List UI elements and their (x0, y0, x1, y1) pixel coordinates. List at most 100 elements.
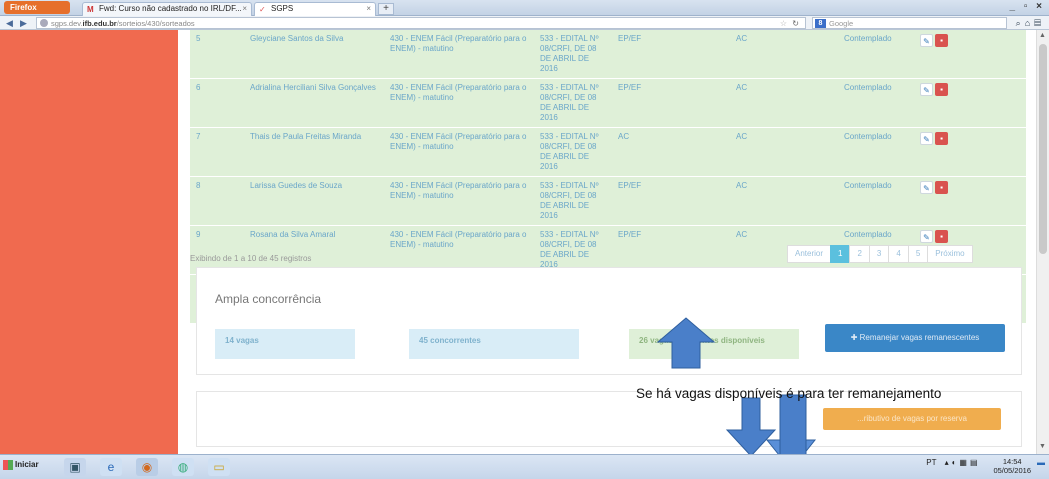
edit-icon[interactable]: ✎ (920, 230, 933, 243)
cota-value: EP/EF (612, 176, 730, 226)
status-value: Contemplado (838, 30, 914, 79)
reload-icon[interactable]: ↻ (792, 18, 799, 29)
browser-nav-bar: ◀ ▶ sgps.dev.ifb.edu.br/sorteios/430/sor… (0, 16, 1049, 30)
scrollbar-thumb[interactable] (1039, 44, 1047, 254)
bookmark-star-icon[interactable]: ☆ (780, 18, 787, 29)
course-name: 430 - ENEM Fácil (Preparatório para o EN… (384, 78, 534, 128)
taskbar: Iniciar ▣ e ◉ ◍ ▭ PT ▴◐▦▤ ▬ 14:54 05/05/… (0, 454, 1049, 479)
sgps-icon: ✓ (259, 5, 266, 14)
cota-value: EP/EF (612, 78, 730, 128)
candidate-name: Larissa Guedes de Souza (244, 176, 384, 226)
row-number: 8 (190, 176, 244, 226)
language-indicator[interactable]: PT (926, 458, 936, 467)
window-switch-icon[interactable]: ▣ (64, 458, 86, 476)
row-number: 6 (190, 78, 244, 128)
url-bar[interactable]: sgps.dev.ifb.edu.br/sorteios/430/sortead… (36, 17, 806, 29)
pagination-page[interactable]: 1 (830, 245, 851, 263)
delete-icon[interactable]: ▪ (935, 181, 948, 194)
pagination-next[interactable]: Próximo (927, 245, 973, 263)
scroll-down-icon[interactable]: ▼ (1039, 443, 1046, 450)
edit-icon[interactable]: ✎ (920, 181, 933, 194)
toolbar-icons[interactable]: ⌕⌂▤ (1016, 16, 1045, 30)
edit-icon[interactable]: ✎ (920, 34, 933, 47)
clock-date: 05/05/2016 (993, 466, 1031, 475)
chrome-icon[interactable]: ◍ (172, 458, 194, 476)
delete-icon[interactable]: ▪ (935, 230, 948, 243)
tab-gmail-label: Fwd: Curso não cadastrado no IRL/DF... (99, 4, 242, 13)
course-name: 430 - ENEM Fácil (Preparatório para o EN… (384, 127, 534, 177)
row-number: 7 (190, 127, 244, 177)
start-button[interactable]: Iniciar (3, 460, 39, 470)
modalidade-value: AC (730, 78, 838, 128)
windows-flag-icon (3, 460, 13, 470)
gmail-icon: M (87, 5, 94, 14)
ie-icon[interactable]: e (100, 458, 122, 476)
ampla-concorrencia-panel: Ampla concorrência 14 vagas 45 concorren… (196, 267, 1022, 375)
pagination-prev[interactable]: Anterior (787, 245, 832, 263)
new-tab-button[interactable]: + (378, 3, 394, 15)
edital-name: 533 - EDITAL Nº 08/CRFI, DE 08 DE ABRIL … (534, 176, 612, 226)
status-value: Contemplado (838, 78, 914, 128)
table-row: 7 Thais de Paula Freitas Miranda 430 - ENE… (190, 127, 1026, 177)
pagination-page[interactable]: 3 (868, 245, 890, 263)
delete-icon[interactable]: ▪ (935, 132, 948, 145)
table-info: Exibindo de 1 a 10 de 45 registros (190, 254, 312, 263)
url-path: /sorteios/430/sorteados (116, 19, 195, 28)
course-name: 430 - ENEM Fácil (Preparatório para o EN… (384, 30, 534, 79)
excedentes-box: 26 vagas excedentes disponíveis (629, 329, 799, 359)
url-domain: ifb.edu.br (82, 19, 117, 28)
window-controls[interactable]: _ ▫ × (1009, 1, 1045, 12)
search-box[interactable]: 8 Google (812, 17, 1007, 29)
close-icon[interactable]: × (366, 3, 371, 15)
forward-arrow-icon[interactable]: ▶ (20, 16, 27, 30)
candidate-name: Thais de Paula Freitas Miranda (244, 127, 384, 177)
notification-flag-icon[interactable]: ▬ (1037, 458, 1045, 467)
pagination-page[interactable]: 4 (888, 245, 909, 263)
page-scrollbar[interactable]: ▲ ▼ (1036, 30, 1049, 454)
firefox-menu-button[interactable]: Firefox (4, 1, 70, 14)
candidate-name: Gleyciane Santos da Silva (244, 30, 384, 79)
status-value: Contemplado (838, 176, 914, 226)
table-row: 6 Adrialina Herciliani Silva Gonçalves 430… (190, 78, 1026, 128)
back-arrow-icon[interactable]: ◀ (6, 16, 13, 30)
table-row: 5 Gleyciane Santos da Silva 430 - ENEM Fác… (190, 30, 1026, 79)
edital-name: 533 - EDITAL Nº 08/CRFI, DE 08 DE ABRIL … (534, 30, 612, 79)
tab-sgps[interactable]: ✓ SGPS × (254, 2, 376, 16)
annotation-text: Se há vagas disponíveis é para ter reman… (636, 386, 942, 401)
reserva-button[interactable]: ...ributivo de vagas por reserva (823, 408, 1001, 430)
pagination-page[interactable]: 2 (849, 245, 870, 263)
scroll-up-icon[interactable]: ▲ (1039, 32, 1046, 39)
google-icon: 8 (815, 19, 826, 28)
row-actions: ✎▪ (914, 30, 1026, 79)
pagination: Anterior 1 2 3 4 5 Próximo (787, 245, 973, 263)
row-actions: ✎▪ (914, 176, 1026, 226)
firefox-icon[interactable]: ◉ (136, 458, 158, 476)
clock-time: 14:54 (1002, 457, 1022, 466)
tray-icons[interactable]: ▴◐▦▤ (945, 458, 981, 467)
folder-icon[interactable]: ▭ (208, 458, 230, 476)
course-name: 430 - ENEM Fácil (Preparatório para o EN… (384, 176, 534, 226)
close-icon[interactable]: × (242, 3, 247, 15)
panel-title: Ampla concorrência (215, 292, 322, 306)
status-value: Contemplado (838, 127, 914, 177)
pagination-page[interactable]: 5 (907, 245, 929, 263)
delete-icon[interactable]: ▪ (935, 83, 948, 96)
edital-name: 533 - EDITAL Nº 08/CRFI, DE 08 DE ABRIL … (534, 78, 612, 128)
delete-icon[interactable]: ▪ (935, 34, 948, 47)
concorrentes-box: 45 concorrentes (409, 329, 579, 359)
vagas-box: 14 vagas (215, 329, 355, 359)
candidate-name: Adrialina Herciliani Silva Gonçalves (244, 78, 384, 128)
row-number: 5 (190, 30, 244, 79)
edit-icon[interactable]: ✎ (920, 83, 933, 96)
tab-gmail[interactable]: M Fwd: Curso não cadastrado no IRL/DF...… (82, 2, 252, 16)
edit-icon[interactable]: ✎ (920, 132, 933, 145)
browser-tab-bar: Firefox M Fwd: Curso não cadastrado no I… (0, 0, 1049, 16)
sidebar (0, 30, 178, 454)
clock[interactable]: 14:54 05/05/2016 (993, 457, 1031, 475)
edital-name: 533 - EDITAL Nº 08/CRFI, DE 08 DE ABRIL … (534, 127, 612, 177)
cota-value: EP/EF (612, 30, 730, 79)
search-placeholder: Google (829, 19, 854, 28)
url-dim: sgps.dev. (51, 19, 83, 28)
cota-value: AC (612, 127, 730, 177)
remanejar-vagas-button[interactable]: ✚ Remanejar vagas remanescentes (825, 324, 1005, 352)
